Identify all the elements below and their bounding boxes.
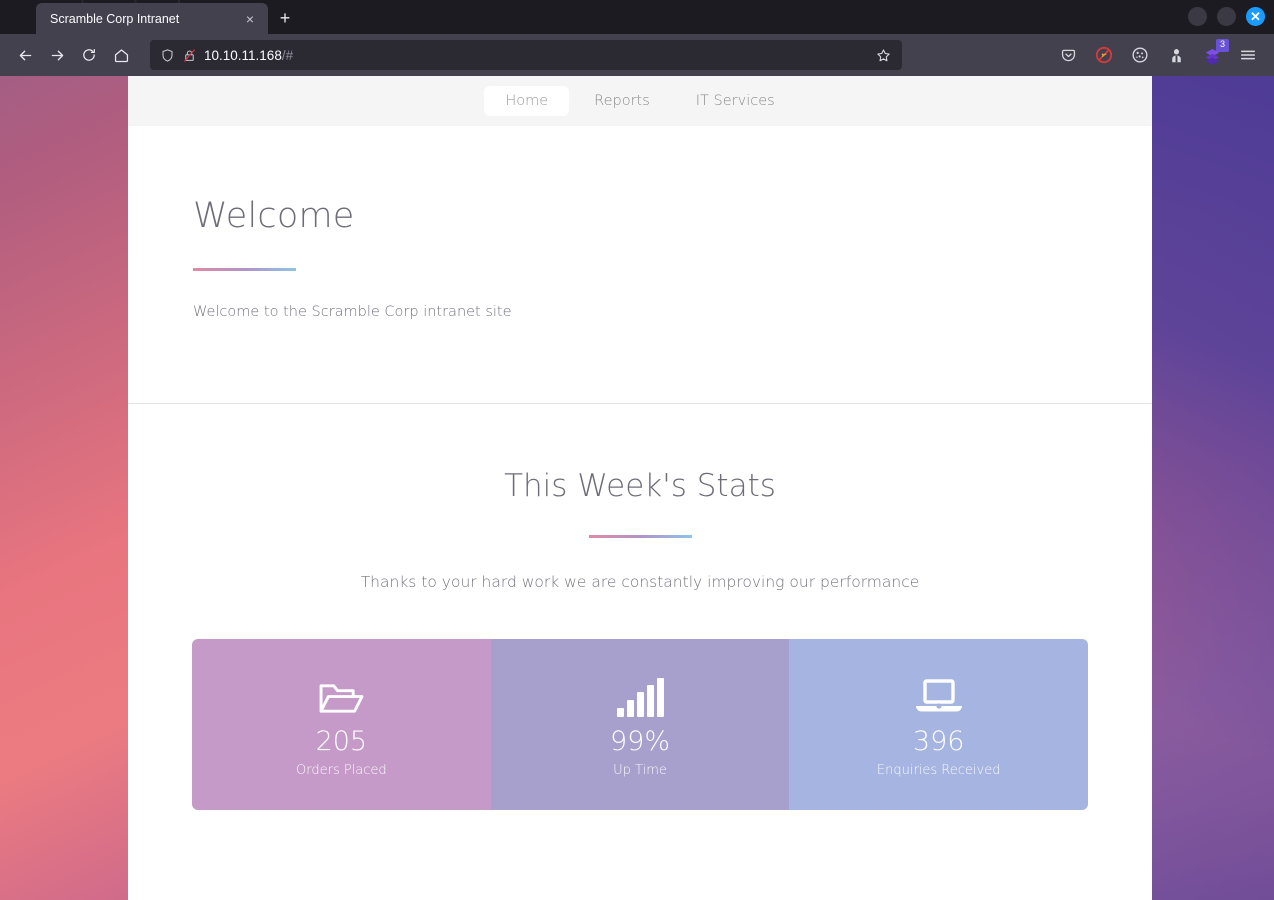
signal-bars-icon [616,671,664,718]
window-controls: ✕ [1188,7,1265,26]
stat-card-orders: 205 Orders Placed [192,639,491,810]
reload-icon[interactable] [74,40,104,70]
shield-icon[interactable] [160,48,175,63]
home-icon[interactable] [106,40,136,70]
insecure-lock-icon[interactable] [182,48,197,63]
browser-toolbar: 10.10.11.168/# 3 [0,34,1274,76]
stat-card-enquiries: 396 Enquiries Received [789,639,1088,810]
bookmark-star-icon[interactable] [870,42,896,68]
stat-card-value: 99% [610,726,671,758]
stats-section: This Week's Stats Thanks to your hard wo… [128,404,1152,810]
welcome-section: Welcome Welcome to the Scramble Corp int… [128,126,1152,404]
accent-divider [193,268,296,271]
welcome-body-text: Welcome to the Scramble Corp intranet si… [193,304,512,320]
stats-card-group: 205 Orders Placed 99% Up Time 396 Enquir… [192,639,1088,810]
pocket-icon[interactable] [1054,41,1082,69]
stat-card-label: Orders Placed [296,762,387,778]
stats-heading: This Week's Stats [504,468,776,504]
accent-divider [588,535,692,538]
page-viewport: Home Reports IT Services Welcome Welcome… [128,76,1152,900]
stat-card-value: 396 [912,726,965,758]
maximize-window-button[interactable] [1217,7,1236,26]
address-bar[interactable]: 10.10.11.168/# [150,40,902,70]
forward-arrow-icon[interactable] [42,40,72,70]
welcome-heading: Welcome [193,196,355,236]
url-path: /# [281,47,294,63]
url-host: 10.10.11.168 [204,47,282,63]
browser-tab-strip: Scramble Corp Intranet × + ✕ [0,0,1274,34]
nav-item-home[interactable]: Home [484,86,570,116]
privacy-badger-icon[interactable] [1162,41,1190,69]
stat-card-label: Up Time [613,762,667,778]
toolbar-extensions: 3 [1054,39,1264,69]
hamburger-menu-icon[interactable] [1234,41,1262,69]
back-arrow-icon[interactable] [10,40,40,70]
browser-window: Scramble Corp Intranet × + ✕ 10.10.11.16… [0,0,1274,900]
close-tab-icon[interactable]: × [240,9,260,29]
minimize-window-button[interactable] [1188,7,1207,26]
new-tab-button[interactable]: + [272,5,298,31]
site-navigation: Home Reports IT Services [128,76,1152,126]
nav-item-reports[interactable]: Reports [573,86,671,116]
stat-card-value: 205 [315,726,368,758]
extension-icon[interactable]: 3 [1198,39,1229,69]
stats-subtitle: Thanks to your hard work we are constant… [360,573,920,591]
stat-card-uptime: 99% Up Time [490,639,790,810]
stat-card-label: Enquiries Received [876,762,1001,778]
browser-tab[interactable]: Scramble Corp Intranet × [36,3,268,34]
laptop-icon [913,671,965,717]
cookie-icon[interactable] [1126,41,1154,69]
open-folder-icon [318,671,365,717]
browser-tab-title: Scramble Corp Intranet [50,11,180,26]
adblock-icon[interactable] [1090,41,1118,69]
extension-badge-count: 3 [1216,39,1229,52]
url-text[interactable]: 10.10.11.168/# [204,48,863,63]
desktop-wallpaper: Scramble Corp Intranet × + ✕ 10.10.11.16… [0,0,1274,900]
nav-item-it-services[interactable]: IT Services [675,86,796,116]
close-window-button[interactable]: ✕ [1246,7,1265,26]
